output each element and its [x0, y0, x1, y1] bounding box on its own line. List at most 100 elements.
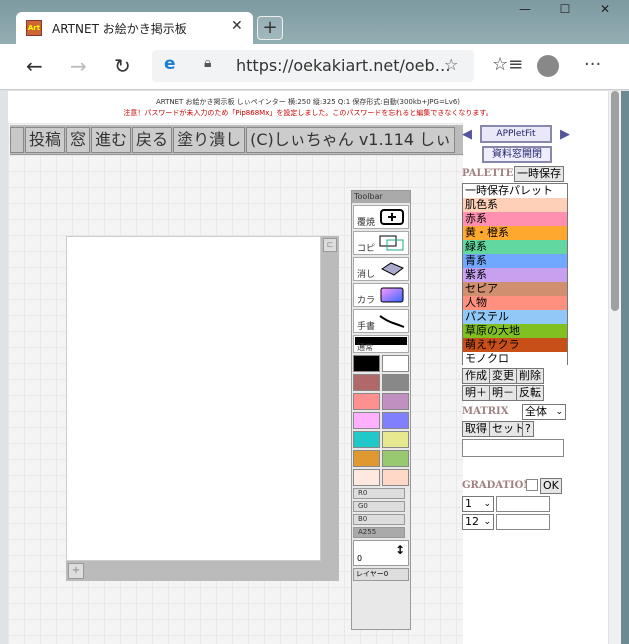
- palette-item[interactable]: 青系: [463, 254, 567, 268]
- palette-item[interactable]: パステル: [463, 310, 567, 324]
- slider-blue[interactable]: B0: [353, 514, 405, 525]
- page-scrollbar[interactable]: [609, 91, 621, 644]
- gradation-select-1[interactable]: 1 ⌄: [462, 496, 494, 512]
- reload-button[interactable]: ↻: [114, 54, 131, 78]
- zoom-in-icon[interactable]: +: [68, 563, 84, 579]
- color-swatch[interactable]: [382, 450, 409, 467]
- size-control[interactable]: 0 ↕: [353, 540, 409, 566]
- paint-applet: 投稿窓進む戻る塗り潰し(C)しぃちゃん v1.114 しぃ ⊏ — + Tool…: [8, 123, 463, 644]
- arrow-right-icon[interactable]: ▶: [560, 127, 570, 142]
- palette-item[interactable]: 紫系: [463, 268, 567, 282]
- palette-list[interactable]: 一時保存パレット 肌色系 赤系 黄・橙系 緑系 青系 紫系 セピア 人物 パステル 草原の大地 萌えサ…: [462, 183, 568, 366]
- close-tab-icon[interactable]: ✕: [231, 18, 243, 34]
- settings-menu-icon[interactable]: ···: [584, 54, 601, 75]
- redo-button[interactable]: 進む: [91, 127, 132, 153]
- blend-mode[interactable]: 通常: [353, 335, 409, 353]
- matrix-textbox[interactable]: [462, 439, 564, 457]
- palette-item[interactable]: 赤系: [463, 212, 567, 226]
- tool-dodge[interactable]: 覆焼: [353, 205, 409, 229]
- post-button[interactable]: 投稿: [25, 127, 66, 153]
- darker-button[interactable]: 明－: [489, 385, 517, 401]
- palette-item[interactable]: 一時保存パレット: [463, 184, 567, 198]
- profile-avatar[interactable]: [537, 55, 559, 77]
- temp-save-button[interactable]: 一時保存: [514, 166, 564, 182]
- color-swatch[interactable]: [353, 469, 380, 486]
- tool-label: 消し: [357, 270, 376, 280]
- color-swatch[interactable]: [353, 450, 380, 467]
- title-bar: Art ARTNET お絵かき掲示板 ✕ + — ☐ ✕: [0, 0, 629, 44]
- drawing-canvas[interactable]: [66, 236, 321, 561]
- blend-mode-label: 通常: [357, 343, 373, 352]
- window-button[interactable]: 窓: [66, 127, 91, 153]
- matrix-get-button[interactable]: 取得: [462, 421, 490, 437]
- forward-button[interactable]: →: [70, 54, 87, 78]
- palette-item[interactable]: 緑系: [463, 240, 567, 254]
- color-swatch[interactable]: [382, 412, 409, 429]
- applet-fit-button[interactable]: APPletFit: [480, 125, 552, 143]
- favorites-icon[interactable]: ☆≡: [492, 54, 523, 75]
- palette-item[interactable]: 肌色系: [463, 198, 567, 212]
- swatch-row: [353, 374, 409, 391]
- color-swatch[interactable]: [353, 393, 380, 410]
- color-swatch[interactable]: [353, 374, 380, 391]
- horizontal-scrollbar[interactable]: +: [66, 561, 339, 581]
- undo-button[interactable]: 戻る: [132, 127, 173, 153]
- matrix-select[interactable]: 全体 ⌄: [522, 404, 566, 420]
- color-swatch[interactable]: [382, 355, 409, 372]
- url-text[interactable]: https://oekakiart.net/oeb…: [236, 56, 451, 75]
- swatch-row: [353, 393, 409, 410]
- delete-button[interactable]: 削除: [516, 368, 544, 384]
- arrow-left-icon[interactable]: ◀: [462, 127, 472, 142]
- scroll-thumb[interactable]: [611, 91, 619, 311]
- address-bar[interactable]: e 🔒︎ https://oekakiart.net/oeb… ☆: [152, 50, 474, 82]
- tool-freehand[interactable]: 手書: [353, 309, 409, 333]
- matrix-help-button[interactable]: ?: [522, 421, 534, 437]
- gradation-select-2[interactable]: 12 ⌄: [462, 514, 494, 530]
- slider-red[interactable]: R0: [353, 488, 405, 499]
- toolbar-panel: Toolbar 鉛筆 覆焼 コピ 消し カラ 手書 通常 R0 G0 B0 A2…: [351, 190, 411, 630]
- menubar-handle[interactable]: [10, 127, 24, 153]
- tool-copy[interactable]: コピ: [353, 231, 409, 255]
- browser-tab[interactable]: Art ARTNET お絵かき掲示板 ✕: [16, 12, 253, 44]
- tool-color[interactable]: カラ: [353, 283, 409, 307]
- slider-alpha[interactable]: A255: [353, 527, 405, 538]
- new-tab-button[interactable]: +: [257, 16, 283, 40]
- color-swatch[interactable]: [353, 431, 380, 448]
- palette-item[interactable]: 草原の大地: [463, 324, 567, 338]
- about-label[interactable]: (C)しぃちゃん v1.114 しぃ: [246, 127, 456, 153]
- applet-menubar: 投稿窓進む 戻る 塗り潰し (C)しぃちゃん v1.114 しぃ: [10, 125, 463, 155]
- invert-button[interactable]: 反転: [516, 385, 544, 401]
- brighter-button[interactable]: 明＋: [462, 385, 490, 401]
- palette-item[interactable]: セピア: [463, 282, 567, 296]
- color-swatch[interactable]: [353, 412, 380, 429]
- palette-item[interactable]: 萌えサクラ: [463, 338, 567, 352]
- lock-icon: 🔒︎: [204, 55, 212, 71]
- gradation-color-1[interactable]: [496, 496, 550, 512]
- fill-button[interactable]: 塗り潰し: [173, 127, 246, 153]
- vertical-scrollbar[interactable]: ⊏ —: [321, 236, 339, 581]
- color-swatch[interactable]: [382, 469, 409, 486]
- gradation-ok-button[interactable]: OK: [540, 478, 562, 494]
- gradation-checkbox[interactable]: [526, 479, 538, 491]
- document-window-toggle[interactable]: 資料窓開閉: [482, 146, 552, 163]
- color-swatch[interactable]: [382, 393, 409, 410]
- color-swatch[interactable]: [382, 374, 409, 391]
- minimize-button[interactable]: —: [505, 2, 545, 16]
- palette-item[interactable]: モノクロ: [463, 352, 567, 366]
- color-swatch[interactable]: [382, 431, 409, 448]
- create-button[interactable]: 作成: [462, 368, 490, 384]
- tool-eraser[interactable]: 消し: [353, 257, 409, 281]
- change-button[interactable]: 変更: [489, 368, 517, 384]
- favorite-star-icon[interactable]: ☆: [444, 55, 458, 74]
- gradation-color-2[interactable]: [496, 514, 550, 530]
- back-button[interactable]: ←: [26, 54, 43, 78]
- palette-item[interactable]: 黄・橙系: [463, 226, 567, 240]
- maximize-button[interactable]: ☐: [545, 2, 585, 16]
- page-content: ARTNET お絵かき掲示板 しぃペインター 横:250 縦:325 Q:1 保…: [8, 91, 608, 644]
- color-swatch[interactable]: [353, 355, 380, 372]
- layer-label[interactable]: レイヤー0: [353, 568, 409, 581]
- close-window-button[interactable]: ✕: [585, 2, 625, 16]
- scroll-corner-icon[interactable]: ⊏: [323, 238, 337, 252]
- palette-item[interactable]: 人物: [463, 296, 567, 310]
- slider-green[interactable]: G0: [353, 501, 405, 512]
